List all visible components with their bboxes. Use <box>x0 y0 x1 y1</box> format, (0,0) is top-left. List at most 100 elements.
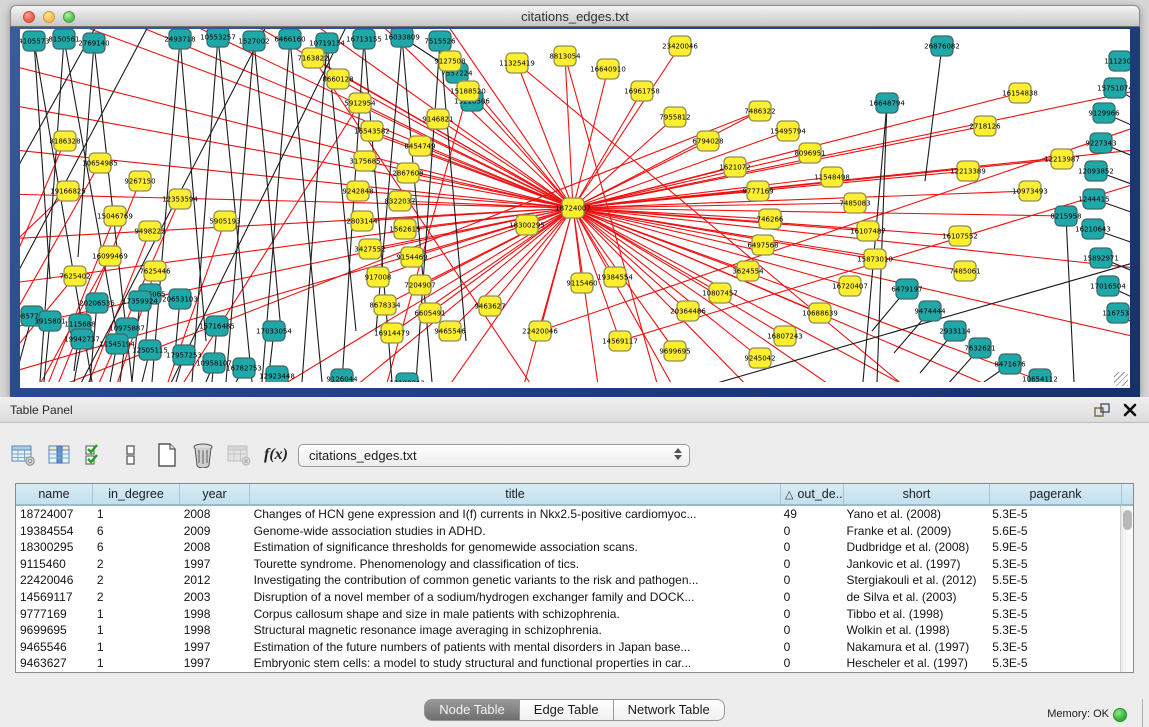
graph-node-label: 1621072 <box>719 164 750 172</box>
column-header-pagerank[interactable]: pagerank <box>990 484 1122 504</box>
graph-node-label: 23420046 <box>662 43 698 51</box>
status-bar: Memory: OK <box>0 699 1149 727</box>
cell-in_degree: 6 <box>93 539 180 556</box>
table-source-dropdown[interactable]: citations_edges.txt <box>298 444 690 467</box>
graph-node-label: 6497568 <box>747 242 778 250</box>
cell-title: Corpus callosum shape and size in male p… <box>250 606 780 623</box>
row-boxes-icon[interactable] <box>116 440 146 470</box>
table-row[interactable]: 977716911998Corpus callosum shape and si… <box>16 606 1120 623</box>
cell-out_de...: 0 <box>780 572 843 589</box>
graph-node-label: 20206535 <box>79 300 115 308</box>
table-row[interactable]: 1830029562008Estimation of significance … <box>16 539 1120 556</box>
graph-node-label: 1527002 <box>238 38 269 46</box>
show-columns-icon[interactable] <box>80 440 110 470</box>
cell-name: 19384554 <box>16 523 93 540</box>
cell-year: 1997 <box>180 556 250 573</box>
graph-node-label: 12093852 <box>1078 168 1114 176</box>
cell-title: Investigating the contribution of common… <box>250 572 780 589</box>
table-row[interactable]: 1872400712008Changes of HCN gene express… <box>16 506 1120 523</box>
graph-edge[interactable] <box>517 63 573 208</box>
cell-pagerank: 5.3E-5 <box>988 639 1120 656</box>
graph-edge[interactable] <box>34 41 50 279</box>
graph-node-label: 12505115 <box>132 347 168 355</box>
graph-node-label: 5912954 <box>344 100 376 108</box>
cell-year: 1998 <box>180 622 250 639</box>
graph-node-label: 10654985 <box>82 160 118 168</box>
table-vertical-scrollbar[interactable] <box>1120 506 1133 672</box>
graph-edge[interactable] <box>1066 216 1074 382</box>
graph-node-label: 17359924 <box>122 298 158 306</box>
column-header-year[interactable]: year <box>180 484 250 504</box>
minimize-window-button[interactable] <box>43 11 55 23</box>
graph-edge[interactable] <box>78 43 94 257</box>
cell-in_degree: 1 <box>93 639 180 656</box>
cell-pagerank: 5.3E-5 <box>988 506 1120 523</box>
graph-node-label: 9245042 <box>744 355 775 363</box>
cell-pagerank: 5.6E-5 <box>988 523 1120 540</box>
graph-node-label: 20653103 <box>162 296 198 304</box>
cell-year: 1997 <box>180 655 250 672</box>
cell-in_degree: 6 <box>93 523 180 540</box>
function-builder-icon[interactable]: f(x) <box>264 446 288 464</box>
graph-edge[interactable] <box>20 29 152 287</box>
graph-node-label: 10719134 <box>309 40 345 48</box>
zoom-window-button[interactable] <box>63 11 75 23</box>
column-header-out_de...[interactable]: △out_de... <box>781 484 844 504</box>
graph-node-label: 15495794 <box>770 128 806 136</box>
column-header-in_degree[interactable]: in_degree <box>93 484 180 504</box>
cell-pagerank: 5.3E-5 <box>988 655 1120 672</box>
new-table-icon[interactable] <box>152 440 182 470</box>
memory-status-label: Memory: OK <box>1047 708 1109 720</box>
graph-node-label: 1244415 <box>1078 196 1109 204</box>
graph-node-label: 6466160 <box>274 36 305 44</box>
table-row[interactable]: 946362711997Embryonic stem cells: a mode… <box>16 655 1120 672</box>
graph-edge[interactable] <box>573 208 600 382</box>
table-row[interactable]: 946554611997Estimation of the future num… <box>16 639 1120 656</box>
graph-node-label: 26876082 <box>924 43 960 51</box>
import-table-disabled-icon <box>224 440 254 470</box>
window-title: citations_edges.txt <box>521 9 629 24</box>
table-row[interactable]: 1456911722003Disruption of a novel membe… <box>16 589 1120 606</box>
network-window-titlebar[interactable]: citations_edges.txt <box>10 5 1140 27</box>
graph-node-label: 9127508 <box>434 58 465 66</box>
graph-node-label: 17957253 <box>166 352 202 360</box>
memory-status-indicator[interactable] <box>1113 708 1127 722</box>
table-row[interactable]: 911546021997Tourette syndrome. Phenomeno… <box>16 556 1120 573</box>
cell-year: 1998 <box>180 606 250 623</box>
column-header-name[interactable]: name <box>16 484 93 504</box>
citation-network-graph: 4105573815056127691402493718105532571527… <box>20 29 1130 382</box>
graph-edge[interactable] <box>152 39 180 382</box>
cell-year: 2008 <box>180 539 250 556</box>
graph-node-label: 16914479 <box>374 330 410 338</box>
graph-node-label: 17033054 <box>256 328 292 336</box>
close-panel-icon[interactable] <box>1121 402 1139 418</box>
table-row[interactable]: 1938455462009Genome-wide association stu… <box>16 523 1120 540</box>
cell-name: 22420046 <box>16 572 93 589</box>
table-row[interactable]: 2242004622012Investigating the contribut… <box>16 572 1120 589</box>
table-scrollbar-thumb[interactable] <box>1123 510 1132 530</box>
delete-table-icon[interactable] <box>188 440 218 470</box>
graph-node-label: 16107552 <box>942 233 978 241</box>
graph-edge[interactable] <box>573 153 810 208</box>
graph-node-label: 1112304 <box>1104 58 1130 66</box>
window-resize-grip[interactable] <box>1114 372 1128 386</box>
graph-edge[interactable] <box>20 64 573 208</box>
graph-edge[interactable] <box>573 208 868 231</box>
graph-node-label: 16961758 <box>624 88 660 96</box>
table-row[interactable]: 969969511998Structural magnetic resonanc… <box>16 622 1120 639</box>
graph-node-label: 8096951 <box>794 150 825 158</box>
network-canvas[interactable]: 4105573815056127691402493718105532571527… <box>20 29 1130 388</box>
graph-node-label: 7163822 <box>297 55 328 63</box>
table-column-icon[interactable] <box>44 440 74 470</box>
column-header-short[interactable]: short <box>844 484 990 504</box>
graph-edge[interactable] <box>573 69 608 208</box>
column-header-title[interactable]: title <box>250 484 781 504</box>
graph-node-label: 7955812 <box>659 114 690 122</box>
graph-edge[interactable] <box>440 208 573 382</box>
table-settings-icon[interactable] <box>8 440 38 470</box>
graph-node-label: 10975887 <box>109 325 145 333</box>
graph-edge[interactable] <box>573 208 760 358</box>
close-window-button[interactable] <box>23 11 35 23</box>
graph-node-label: 7486322 <box>744 108 775 116</box>
float-panel-icon[interactable] <box>1093 402 1111 418</box>
